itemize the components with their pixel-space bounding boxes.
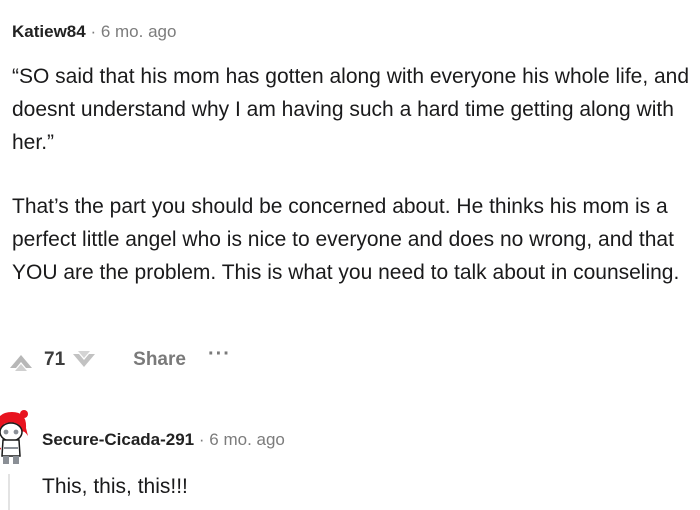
share-button[interactable]: Share [133,349,186,371]
more-icon: ··· [207,342,231,365]
downvote-button[interactable] [67,344,105,376]
upvote-button[interactable] [6,344,44,376]
comment-timestamp[interactable]: 6 mo. ago [101,22,177,41]
comment-author[interactable]: Katiew84 [12,22,86,41]
more-options-button[interactable]: ··· [208,343,231,366]
comment-header: Katiew84 · 6 mo. ago [12,20,176,44]
comment-action-bar: 71 Share ··· [6,343,231,376]
reply-header: Secure-Cicada-291 · 6 mo. ago [42,428,285,452]
thread-line[interactable] [8,474,10,510]
comment-paragraph-body: That’s the part you should be concerned … [12,195,680,284]
reply-body: This, this, this!!! [42,475,188,498]
upvote-icon [10,355,32,371]
comment-paragraph-quote: “SO said that his mom has gotten along w… [12,65,690,154]
downvote-icon [73,351,96,367]
snoo-avatar-icon[interactable] [0,406,32,468]
meta-separator: · [90,22,97,41]
vote-score: 71 [44,349,66,370]
reply-author[interactable]: Secure-Cicada-291 [42,430,194,449]
meta-separator: · [198,430,205,449]
reply-timestamp[interactable]: 6 mo. ago [209,430,285,449]
